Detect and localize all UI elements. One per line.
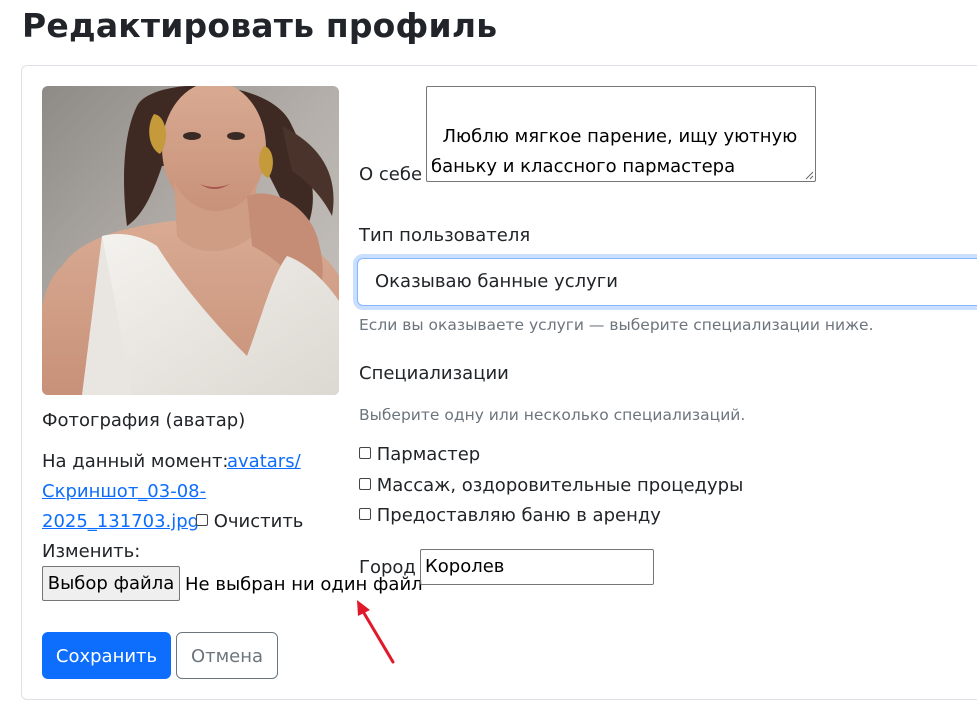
spec-checkbox-massage[interactable]: [359, 478, 371, 490]
specializations-help: Выберите одну или несколько специализаци…: [359, 406, 746, 424]
specializations-label: Специализации: [359, 363, 509, 384]
cancel-button[interactable]: Отмена: [176, 632, 278, 679]
about-label: О себе: [359, 164, 423, 185]
city-input[interactable]: Королев: [420, 549, 654, 585]
user-type-label: Тип пользователя: [359, 225, 531, 246]
avatar-current-link-part2[interactable]: Скриншот_03-08-: [42, 481, 206, 502]
clear-avatar-checkbox-wrap[interactable]: Очистить: [196, 511, 303, 532]
user-type-help: Если вы оказываете услуги — выберите спе…: [359, 316, 874, 334]
change-avatar-label: Изменить:: [42, 541, 141, 562]
spec-option-label: Массаж, оздоровительные процедуры: [376, 475, 744, 496]
clear-avatar-checkbox[interactable]: [196, 514, 208, 526]
spec-option-parmaster[interactable]: Пармастер: [359, 444, 480, 465]
clear-avatar-label: Очистить: [213, 511, 304, 532]
avatar-current-link-part1[interactable]: avatars/: [227, 451, 301, 472]
annotation-arrow-icon: [357, 600, 395, 664]
spec-option-massage[interactable]: Массаж, оздоровительные процедуры: [359, 475, 743, 496]
save-button[interactable]: Сохранить: [42, 632, 171, 679]
user-type-select[interactable]: Оказываю банные услуги: [357, 258, 977, 306]
spec-option-rental[interactable]: Предоставляю баню в аренду: [359, 505, 661, 526]
page-title: Редактировать профиль: [22, 6, 498, 45]
about-text: Люблю мягкое парение, ищу уютную баньку …: [431, 126, 804, 177]
avatar-image: [42, 86, 339, 395]
spec-checkbox-parmaster[interactable]: [359, 447, 371, 459]
avatar-current-prefix: На данный момент:: [42, 451, 229, 472]
spec-option-label: Предоставляю баню в аренду: [376, 505, 661, 526]
avatar-current-link-part3[interactable]: 2025_131703.jpg: [42, 511, 199, 532]
spec-option-label: Пармастер: [376, 444, 481, 465]
spec-checkbox-rental[interactable]: [359, 508, 371, 520]
about-textarea[interactable]: Люблю мягкое парение, ищу уютную баньку …: [426, 86, 816, 182]
resize-grip-icon[interactable]: [804, 170, 814, 180]
avatar-label: Фотография (аватар): [42, 410, 246, 431]
choose-file-button[interactable]: Выбор файла: [42, 566, 180, 601]
city-label: Город: [359, 557, 416, 578]
